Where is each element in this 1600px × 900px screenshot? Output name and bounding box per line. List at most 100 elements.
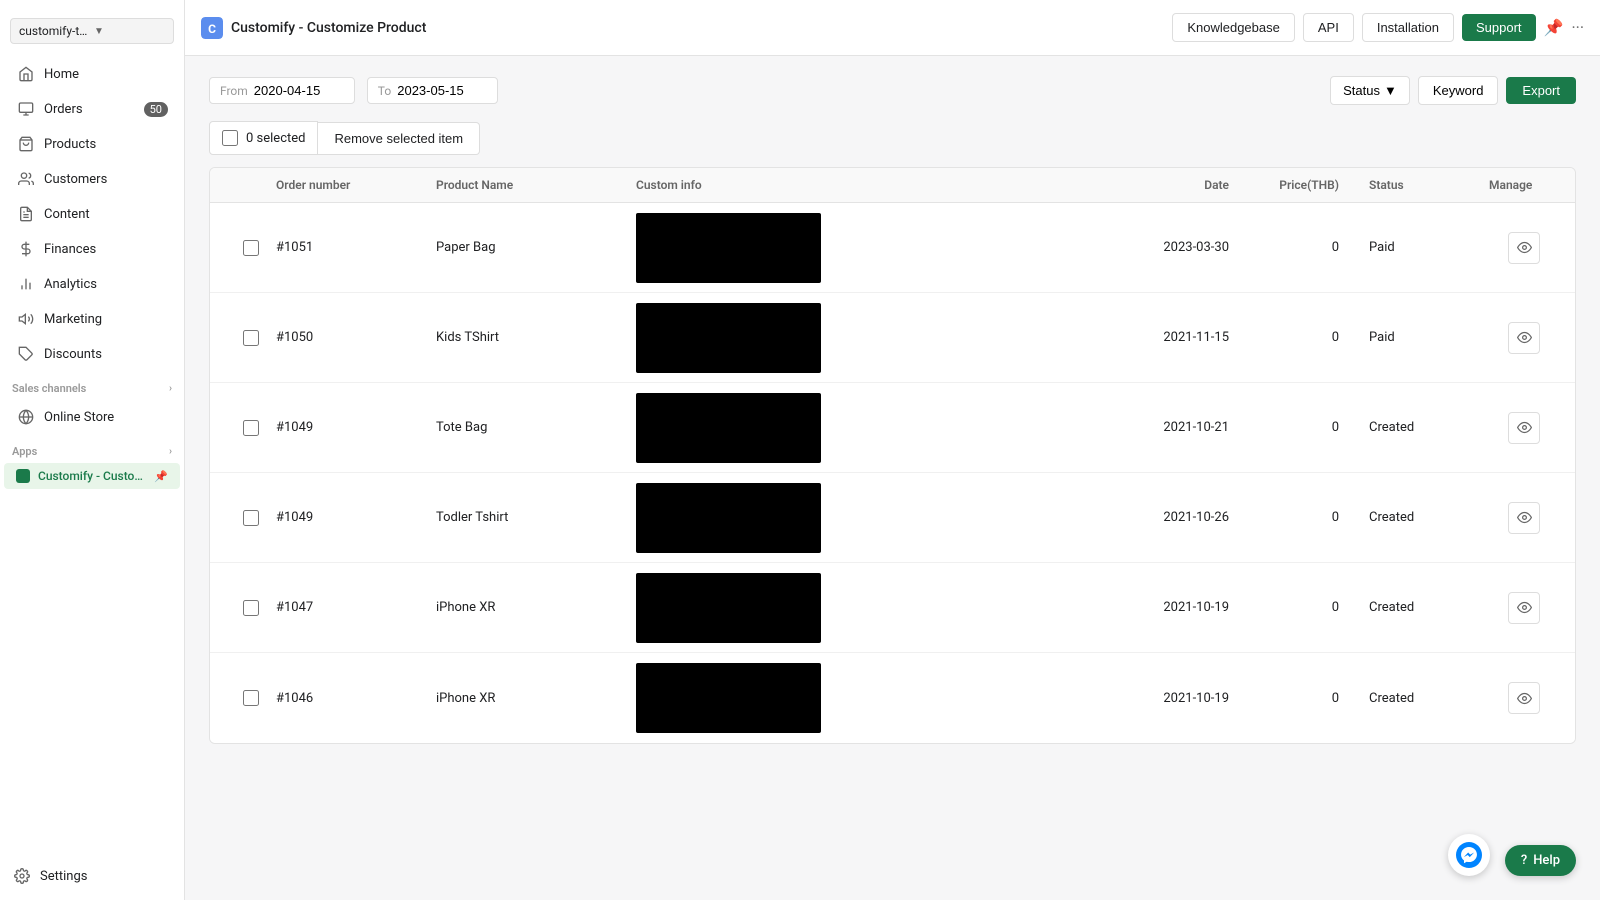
sidebar-item-content[interactable]: Content xyxy=(4,197,180,231)
row-checkbox-0[interactable] xyxy=(226,240,276,256)
row-price-5: 0 xyxy=(1249,691,1369,706)
sidebar-nav: Home Orders 50 Products Customers xyxy=(0,56,184,856)
sidebar-item-products-label: Products xyxy=(44,137,96,152)
selected-count: 0 selected xyxy=(246,131,305,146)
row-status-5: Created xyxy=(1369,691,1489,706)
apps-expand-icon[interactable]: › xyxy=(169,446,172,457)
status-button[interactable]: Status ▼ xyxy=(1330,76,1410,105)
sidebar-item-products[interactable]: Products xyxy=(4,127,180,161)
row-status-4: Created xyxy=(1369,600,1489,615)
table-row: #1046 iPhone XR 2021-10-19 0 Created xyxy=(210,653,1575,743)
row-check-4[interactable] xyxy=(243,600,259,616)
store-selector[interactable]: customify-template ▼ xyxy=(10,18,174,44)
row-check-0[interactable] xyxy=(243,240,259,256)
help-label: Help xyxy=(1533,853,1560,868)
sidebar-item-orders[interactable]: Orders 50 xyxy=(4,92,180,126)
header-price: Price(THB) xyxy=(1249,178,1369,192)
sidebar-item-customify[interactable]: Customify - Customi... 📌 xyxy=(4,463,180,489)
table-row: #1049 Todler Tshirt 2021-10-26 0 Created xyxy=(210,473,1575,563)
row-check-5[interactable] xyxy=(243,690,259,706)
marketing-icon xyxy=(16,309,36,329)
view-button-0[interactable] xyxy=(1508,232,1540,264)
sidebar-item-customers[interactable]: Customers xyxy=(4,162,180,196)
header-product: Product Name xyxy=(436,178,636,192)
view-button-1[interactable] xyxy=(1508,322,1540,354)
knowledgebase-button[interactable]: Knowledgebase xyxy=(1172,13,1295,42)
sidebar: customify-template ▼ Home Orders 50 Prod… xyxy=(0,0,185,900)
settings-item[interactable]: Settings xyxy=(0,856,184,900)
from-date-input[interactable]: From xyxy=(209,77,355,104)
view-button-4[interactable] xyxy=(1508,592,1540,624)
topbar-actions: Knowledgebase API Installation Support 📌… xyxy=(1172,13,1584,42)
installation-button[interactable]: Installation xyxy=(1362,13,1454,42)
sidebar-item-discounts[interactable]: Discounts xyxy=(4,337,180,371)
row-checkbox-1[interactable] xyxy=(226,330,276,346)
row-product-0: Paper Bag xyxy=(436,240,636,255)
content-icon xyxy=(16,204,36,224)
support-button[interactable]: Support xyxy=(1462,14,1536,41)
pin-topbar-icon[interactable]: 📌 xyxy=(1544,18,1564,37)
sidebar-item-finances[interactable]: Finances xyxy=(4,232,180,266)
to-date-input[interactable]: To xyxy=(367,77,498,104)
api-button[interactable]: API xyxy=(1303,13,1354,42)
row-product-1: Kids TShirt xyxy=(436,330,636,345)
row-check-3[interactable] xyxy=(243,510,259,526)
sidebar-item-home-label: Home xyxy=(44,67,79,82)
keyword-button[interactable]: Keyword xyxy=(1418,76,1499,105)
row-custom-2 xyxy=(636,393,1109,463)
row-manage-3 xyxy=(1489,502,1559,534)
row-checkbox-3[interactable] xyxy=(226,510,276,526)
sidebar-item-discounts-label: Discounts xyxy=(44,347,102,362)
row-order-5: #1046 xyxy=(276,691,436,706)
sidebar-item-online-store[interactable]: Online Store xyxy=(4,400,180,434)
filter-right: Status ▼ Keyword Export xyxy=(1330,76,1576,105)
row-checkbox-2[interactable] xyxy=(226,420,276,436)
view-button-3[interactable] xyxy=(1508,502,1540,534)
page-content: From To Status ▼ Keyword Export 0 select… xyxy=(185,56,1600,900)
expand-icon[interactable]: › xyxy=(169,383,172,394)
remove-selected-button[interactable]: Remove selected item xyxy=(318,122,480,155)
sidebar-item-analytics[interactable]: Analytics xyxy=(4,267,180,301)
select-all-area[interactable]: 0 selected xyxy=(209,121,318,155)
sidebar-item-home[interactable]: Home xyxy=(4,57,180,91)
row-checkbox-5[interactable] xyxy=(226,690,276,706)
from-label: From xyxy=(220,84,248,98)
row-date-2: 2021-10-21 xyxy=(1109,420,1249,435)
header-manage: Manage xyxy=(1489,178,1559,192)
row-product-4: iPhone XR xyxy=(436,600,636,615)
row-check-1[interactable] xyxy=(243,330,259,346)
row-status-1: Paid xyxy=(1369,330,1489,345)
pin-icon: 📌 xyxy=(154,470,168,483)
row-manage-4 xyxy=(1489,592,1559,624)
sidebar-item-finances-label: Finances xyxy=(44,242,96,257)
row-date-1: 2021-11-15 xyxy=(1109,330,1249,345)
export-button[interactable]: Export xyxy=(1506,77,1576,104)
status-chevron-icon: ▼ xyxy=(1384,83,1397,98)
row-product-5: iPhone XR xyxy=(436,691,636,706)
sidebar-item-marketing[interactable]: Marketing xyxy=(4,302,180,336)
row-product-3: Todler Tshirt xyxy=(436,510,636,525)
row-date-3: 2021-10-26 xyxy=(1109,510,1249,525)
more-icon[interactable]: ··· xyxy=(1571,18,1584,37)
settings-icon xyxy=(12,866,32,886)
custom-image-4 xyxy=(636,573,821,643)
row-custom-1 xyxy=(636,303,1109,373)
home-icon xyxy=(16,64,36,84)
online-store-icon xyxy=(16,407,36,427)
help-button[interactable]: ? Help xyxy=(1505,845,1576,876)
row-order-3: #1049 xyxy=(276,510,436,525)
to-date-field[interactable] xyxy=(397,83,487,98)
sidebar-item-orders-label: Orders xyxy=(44,102,83,117)
row-price-0: 0 xyxy=(1249,240,1369,255)
view-button-5[interactable] xyxy=(1508,682,1540,714)
messenger-button[interactable] xyxy=(1448,834,1490,876)
select-all-checkbox[interactable] xyxy=(222,130,238,146)
from-date-field[interactable] xyxy=(254,83,344,98)
view-button-2[interactable] xyxy=(1508,412,1540,444)
row-check-2[interactable] xyxy=(243,420,259,436)
settings-label: Settings xyxy=(40,869,87,884)
discounts-icon xyxy=(16,344,36,364)
sales-channels-section: Sales channels › xyxy=(0,372,184,399)
header-checkbox xyxy=(226,178,276,192)
row-checkbox-4[interactable] xyxy=(226,600,276,616)
